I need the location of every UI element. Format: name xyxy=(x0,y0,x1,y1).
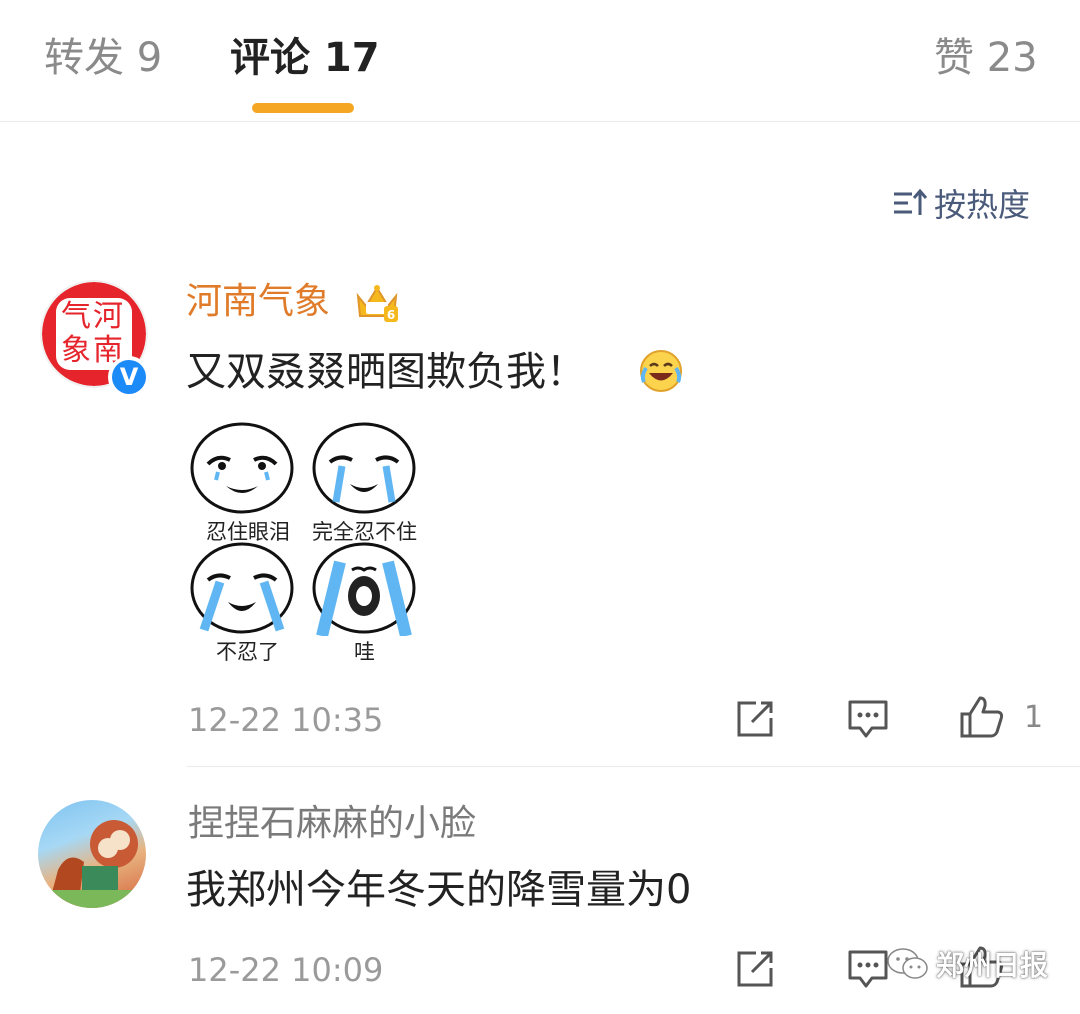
thumbs-up-icon xyxy=(960,696,1004,738)
sort-by-hot-button[interactable]: 按热度 xyxy=(892,178,1030,228)
sort-icon xyxy=(894,188,928,215)
comment-username[interactable]: 捏捏石麻麻的小脸 xyxy=(188,800,476,848)
watermark-text: 郑州日报 xyxy=(936,949,1049,982)
active-tab-indicator xyxy=(252,103,354,113)
comment-timestamp: 12-22 10:35 xyxy=(188,701,384,739)
share-icon[interactable] xyxy=(734,698,776,744)
watermark: 郑州日报 xyxy=(886,944,1048,984)
comment-text: 又双叒叕晒图欺负我！ xyxy=(186,349,586,395)
tab-divider xyxy=(0,121,1080,122)
avatar[interactable] xyxy=(38,800,146,908)
tab-bar: 转发 9 评论 17 赞 23 xyxy=(0,0,1080,120)
verified-badge-icon: V xyxy=(108,356,150,398)
svg-text:象: 象 xyxy=(61,333,91,368)
tab-comments[interactable]: 评论 17 xyxy=(230,30,380,86)
sort-label: 按热度 xyxy=(934,186,1031,224)
crown-level-6-icon: 6 xyxy=(354,280,400,328)
sticker-image[interactable]: 忍住眼泪 xyxy=(186,420,298,544)
like-button[interactable] xyxy=(958,694,1006,744)
share-icon[interactable] xyxy=(734,948,776,994)
svg-text:河: 河 xyxy=(93,299,123,334)
svg-text:6: 6 xyxy=(387,308,395,322)
sticker-caption: 哇 xyxy=(354,640,375,664)
sticker-caption: 不忍了 xyxy=(216,640,279,664)
svg-text:气: 气 xyxy=(61,299,91,334)
tab-likes[interactable]: 赞 23 xyxy=(934,30,1038,86)
wechat-icon xyxy=(887,948,928,979)
comment-username[interactable]: 河南气象 xyxy=(186,278,330,326)
sticker-image[interactable]: 不忍了 xyxy=(186,540,298,664)
sticker-image[interactable]: 完全忍不住 xyxy=(308,420,420,544)
like-count: 1 xyxy=(1024,700,1044,735)
tab-repost[interactable]: 转发 9 xyxy=(44,30,162,86)
laugh-cry-icon xyxy=(638,348,684,398)
comment-timestamp: 12-22 10:09 xyxy=(188,951,384,989)
comment-text: 我郑州今年冬天的降雪量为0 xyxy=(186,867,692,913)
sticker-image[interactable]: 哇 xyxy=(308,540,420,664)
reply-icon[interactable] xyxy=(846,698,890,744)
comment-divider xyxy=(186,766,1080,767)
reply-icon[interactable] xyxy=(846,948,890,994)
